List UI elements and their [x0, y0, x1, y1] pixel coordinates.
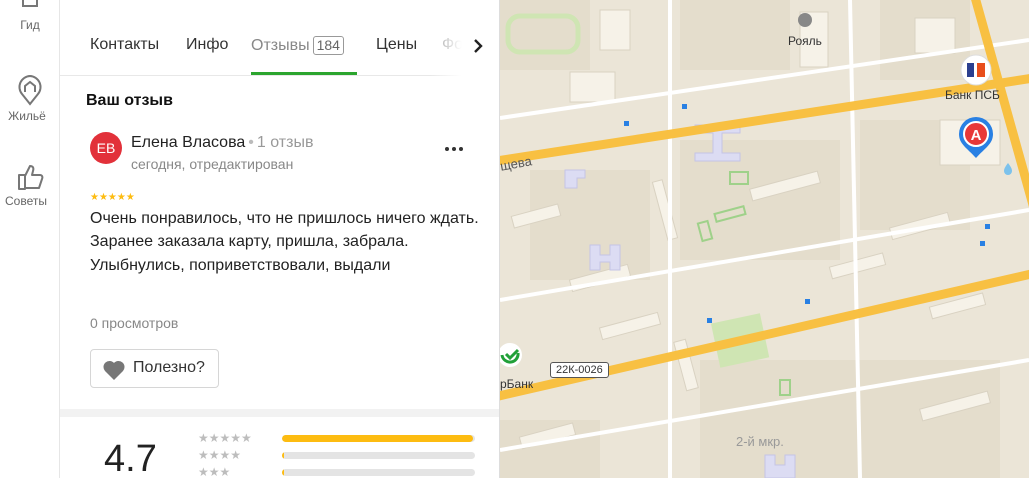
tab-reviews[interactable]: Отзывы 184: [251, 36, 344, 55]
rating-value: 4.7: [104, 438, 157, 478]
rating-bar-stars: ★★★★★: [198, 448, 252, 462]
rating-bar-fill: [282, 435, 474, 442]
review-views: 0 просмотров: [90, 315, 179, 331]
heart-icon: [103, 360, 125, 380]
rating-bar-fill: [282, 469, 284, 476]
rating-bar-track: [282, 435, 475, 442]
map[interactable]: A Рояль Банк ПСБ щева рБанк 22К-0026 2-й…: [500, 0, 1029, 478]
tab-contacts[interactable]: Контакты: [90, 36, 159, 54]
author-review-count: 1 отзыв: [256, 134, 314, 151]
poi-label-sberbank[interactable]: рБанк: [500, 377, 533, 391]
rail-item-label: Советы: [5, 194, 47, 208]
tab-prices[interactable]: Цены: [376, 36, 417, 54]
your-review-title: Ваш отзыв: [86, 92, 173, 109]
guide-icon: [22, 0, 38, 7]
rail-item-tips[interactable]: Советы: [0, 162, 60, 208]
rail-item-housing[interactable]: Жильё: [0, 73, 60, 123]
rating-bar-stars: ★★★★★: [198, 431, 252, 445]
place-panel: Контакты Инфо Отзывы184 Цены Фо Ваш отзы…: [60, 0, 500, 478]
reviews-count-badge: 184: [312, 36, 344, 55]
avatar[interactable]: ЕВ: [90, 132, 122, 164]
tab-info[interactable]: Инфо: [186, 36, 228, 54]
housing-icon: [18, 74, 42, 106]
rating-bar-track: [282, 469, 475, 476]
rail-item-guide[interactable]: Гид: [0, 0, 60, 32]
svg-text:A: A: [971, 127, 982, 144]
review-stars: ★★★★★: [90, 192, 135, 203]
chevron-right-icon[interactable]: [466, 34, 490, 58]
review-author: Елена Власова • 1 отзыв: [131, 134, 314, 151]
review-date: сегодня, отредактирован: [131, 156, 294, 172]
rail-item-label: Гид: [20, 18, 40, 32]
poi-label-royal[interactable]: Рояль: [788, 34, 822, 48]
useful-label: Полезно?: [133, 359, 205, 376]
tab-reviews-label: Отзывы: [251, 37, 310, 54]
district-label: 2-й мкр.: [736, 434, 784, 449]
poi-label-bank-psb[interactable]: Банк ПСБ: [945, 88, 1000, 102]
review-text: Очень понравилось, что не пришлось ничег…: [90, 210, 479, 274]
useful-button[interactable]: Полезно?: [90, 349, 219, 388]
tab-bar: Контакты Инфо Отзывы184 Цены Фо: [60, 20, 499, 76]
rating-bar-fill: [282, 452, 284, 459]
thumbs-up-icon: [18, 165, 44, 190]
route-shield: 22К-0026: [550, 362, 609, 378]
left-rail: Гид Жильё Советы: [0, 0, 60, 478]
rating-bar-stars: ★★★★★: [198, 465, 252, 478]
rating-bar-track: [282, 452, 475, 459]
section-divider: [60, 409, 499, 417]
active-tab-indicator: [251, 72, 357, 75]
more-options-icon[interactable]: [442, 137, 466, 161]
map-canvas[interactable]: A: [500, 0, 1029, 478]
author-name[interactable]: Елена Власова: [131, 134, 245, 151]
rail-item-label: Жильё: [8, 109, 46, 123]
